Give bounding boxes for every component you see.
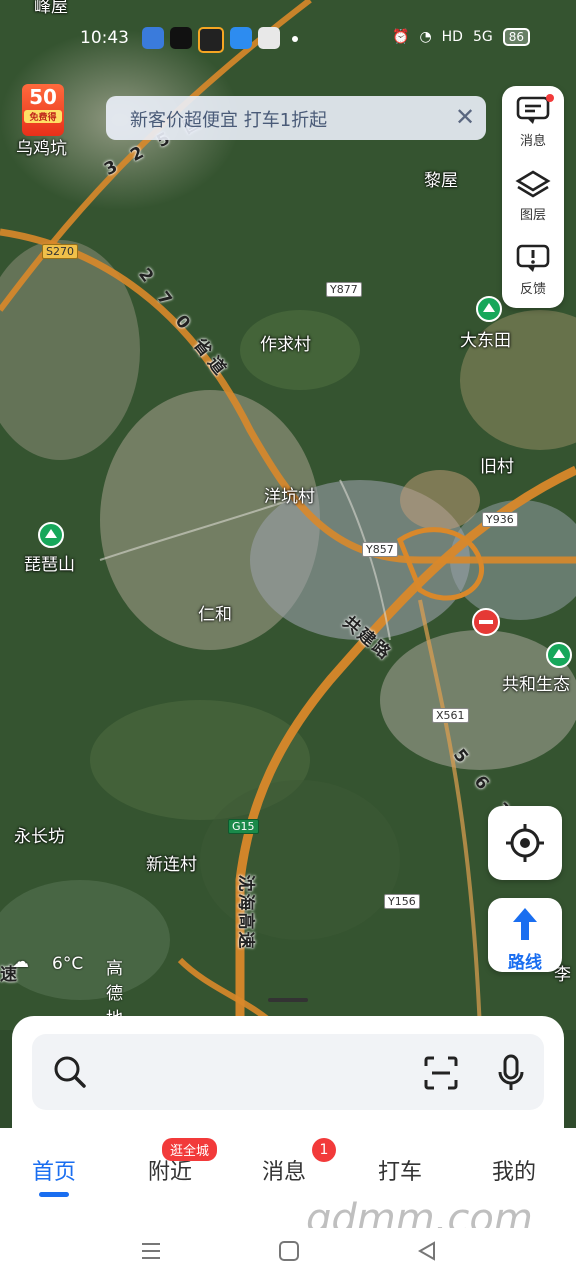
map-label-renhe: 仁和	[198, 605, 232, 625]
map-label-yongchangfang: 永长坊	[14, 827, 65, 847]
tab-home-label: 首页	[32, 1160, 77, 1185]
road-shield-y156: Y156	[384, 894, 420, 909]
toolbar-messages-label: 消息	[519, 134, 546, 149]
tab-nearby-label: 附近	[148, 1160, 193, 1185]
hd-label: HD	[441, 29, 463, 45]
route-arrow-icon	[513, 908, 537, 940]
tab-taxi[interactable]: 打车	[378, 1154, 422, 1186]
toolbar-feedback-label: 反馈	[519, 282, 546, 297]
more-notifications-dot	[292, 36, 298, 42]
microphone-icon[interactable]	[498, 1054, 524, 1092]
nearby-promo-badge: 逛全城	[162, 1138, 218, 1161]
status-time: 10:43	[80, 28, 129, 48]
tiktok-icon	[170, 27, 192, 49]
map-label-pipashan: 琵琶山	[24, 555, 75, 575]
tab-messages[interactable]: 消息	[262, 1154, 306, 1186]
map-label-gonghe: 共和生态	[502, 675, 570, 695]
status-bar: 10:43 ⏰ ◔ HD 5G 86	[0, 22, 576, 56]
weather-temp: 6°C	[52, 954, 84, 974]
no-entry-icon[interactable]	[472, 608, 500, 636]
map-label-lihu: 黎屋	[424, 171, 458, 191]
toolbar-layers-label: 图层	[519, 208, 546, 223]
road-label-shenhai: 沈海高速	[235, 874, 256, 951]
battery-level: 86	[502, 28, 531, 46]
free-gift-badge[interactable]: 50 免费得	[22, 84, 64, 136]
toolbar-messages-button[interactable]: 消息	[502, 88, 564, 158]
map-label-xinliancun: 新连村	[146, 855, 197, 875]
weather-rain-icon: ☁	[12, 952, 29, 972]
locate-icon	[506, 824, 544, 862]
road-shield-g15: G15	[228, 819, 259, 834]
road-shield-y857: Y857	[362, 542, 398, 557]
road-shield-y877: Y877	[326, 282, 362, 297]
map-label-yangkeng: 洋坑村	[264, 487, 315, 507]
home-square-icon[interactable]	[278, 1240, 300, 1262]
app-notification-icon-3	[230, 27, 252, 49]
promo-banner[interactable]: 新客价超便宜 打车1折起 ✕	[106, 96, 486, 140]
feedback-icon	[516, 244, 550, 272]
toolbar-feedback-button[interactable]: 反馈	[502, 236, 564, 306]
toolbar-layers-button[interactable]: 图层	[502, 162, 564, 232]
route-button[interactable]: 路线	[488, 898, 562, 973]
search-bar[interactable]	[32, 1034, 544, 1110]
status-app-icons	[142, 27, 280, 53]
stock-app-icon	[258, 27, 280, 49]
map-label-peak: 峰屋	[34, 0, 68, 17]
scan-icon[interactable]	[424, 1056, 458, 1090]
wifi-icon: ◔	[419, 29, 432, 45]
tab-me-label: 我的	[492, 1160, 537, 1185]
poi-dadongtian-icon[interactable]	[476, 296, 502, 322]
poi-pipashan-icon[interactable]	[38, 522, 64, 548]
route-label: 路线	[508, 953, 542, 973]
map-label-wujikeng: 乌鸡坑	[16, 139, 67, 159]
app-notification-icon	[142, 27, 164, 49]
close-icon[interactable]: ✕	[452, 104, 478, 130]
layers-icon	[515, 170, 551, 198]
poi-gonghe-icon[interactable]	[546, 642, 572, 668]
map-label-zuoqiu: 作求村	[260, 335, 311, 355]
promo-text: 新客价超便宜 打车1折起	[130, 110, 328, 131]
locate-me-button[interactable]	[488, 806, 562, 880]
road-shield-y936: Y936	[482, 512, 518, 527]
menu-icon[interactable]	[140, 1240, 162, 1262]
map-label-dadongtian: 大东田	[460, 331, 511, 351]
tab-messages-label: 消息	[262, 1160, 307, 1185]
back-icon[interactable]	[416, 1240, 438, 1262]
alarm-icon: ⏰	[392, 29, 410, 45]
map-toolbar: 消息 图层 反馈	[502, 86, 564, 308]
messages-count-badge: 1	[312, 1138, 336, 1162]
tab-home[interactable]: 首页	[32, 1154, 76, 1197]
road-shield-s270: S270	[42, 244, 78, 259]
tab-taxi-label: 打车	[378, 1160, 423, 1185]
search-icon	[54, 1056, 86, 1088]
active-tab-indicator	[39, 1192, 69, 1197]
map-label-jiucun: 旧村	[480, 457, 514, 477]
system-nav-bar	[0, 1228, 576, 1280]
app-notification-icon-2	[198, 27, 224, 53]
gift-badge-caption: 免费得	[24, 110, 62, 123]
status-indicators: ⏰ ◔ HD 5G 86	[392, 28, 531, 46]
tab-me[interactable]: 我的	[492, 1154, 536, 1186]
gift-badge-number: 50	[29, 85, 57, 109]
unread-dot	[546, 94, 554, 102]
sheet-drag-handle[interactable]	[268, 998, 308, 1002]
road-shield-x561: X561	[432, 708, 469, 723]
network-label: 5G	[472, 29, 493, 45]
